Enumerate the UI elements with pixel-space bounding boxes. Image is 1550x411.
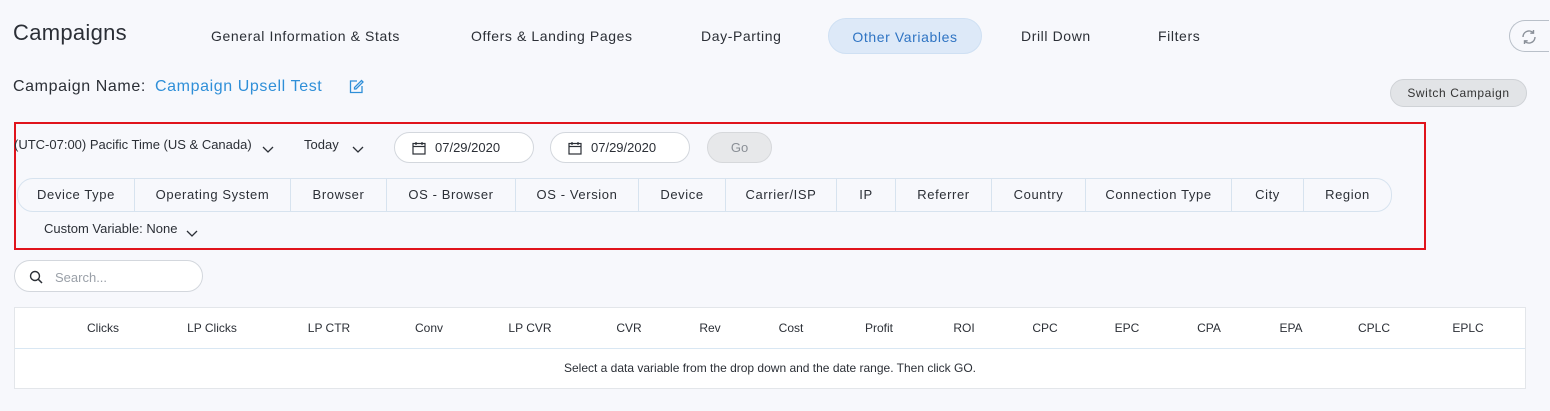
variable-tab-os-browser[interactable]: OS - Browser	[387, 179, 516, 211]
tab-filters[interactable]: Filters	[1138, 18, 1220, 54]
timezone-select[interactable]: (UTC-07:00) Pacific Time (US & Canada)	[14, 137, 252, 152]
start-date-value: 07/29/2020	[435, 140, 501, 155]
chevron-down-icon[interactable]	[186, 225, 198, 243]
column-header-cvr[interactable]: CVR	[607, 321, 651, 335]
variable-tab-os-version[interactable]: OS - Version	[516, 179, 639, 211]
column-header-epa[interactable]: EPA	[1270, 321, 1312, 335]
tab-offers-landing-pages[interactable]: Offers & Landing Pages	[451, 18, 653, 54]
tab-other-variables[interactable]: Other Variables	[828, 18, 982, 54]
column-header-conv[interactable]: Conv	[404, 321, 454, 335]
search-box[interactable]	[14, 260, 203, 292]
variable-tab-device-type[interactable]: Device Type	[18, 179, 135, 211]
chevron-down-icon[interactable]	[262, 141, 274, 159]
go-button[interactable]: Go	[707, 132, 772, 163]
stats-table: Clicks LP Clicks LP CTR Conv LP CVR CVR …	[14, 307, 1526, 389]
column-header-roi[interactable]: ROI	[943, 321, 985, 335]
page-title: Campaigns	[13, 20, 127, 45]
column-header-epc[interactable]: EPC	[1106, 321, 1148, 335]
variable-tab-browser[interactable]: Browser	[291, 179, 387, 211]
variable-tab-device[interactable]: Device	[639, 179, 726, 211]
variable-tab-referrer[interactable]: Referrer	[896, 179, 992, 211]
refresh-button[interactable]	[1509, 20, 1549, 52]
variable-tab-region[interactable]: Region	[1304, 179, 1391, 211]
end-date-value: 07/29/2020	[591, 140, 657, 155]
switch-campaign-button[interactable]: Switch Campaign	[1390, 79, 1527, 107]
column-header-lp-clicks[interactable]: LP Clicks	[178, 321, 246, 335]
column-header-profit[interactable]: Profit	[853, 321, 905, 335]
campaign-name-label: Campaign Name:	[13, 78, 146, 95]
variable-tab-connection-type[interactable]: Connection Type	[1086, 179, 1232, 211]
calendar-icon	[568, 142, 582, 155]
header-divider	[15, 348, 1525, 349]
tab-general-information[interactable]: General Information & Stats	[191, 18, 420, 54]
custom-variable-select[interactable]: Custom Variable: None	[44, 221, 177, 236]
variable-tabs: Device Type Operating System Browser OS …	[17, 178, 1392, 212]
column-header-cpa[interactable]: CPA	[1188, 321, 1230, 335]
search-input[interactable]	[53, 267, 197, 287]
edit-icon[interactable]	[348, 79, 364, 100]
variable-tab-ip[interactable]: IP	[837, 179, 896, 211]
end-date-field[interactable]: 07/29/2020	[550, 132, 690, 163]
variable-tab-country[interactable]: Country	[992, 179, 1086, 211]
variable-tab-operating-system[interactable]: Operating System	[135, 179, 291, 211]
calendar-icon	[412, 142, 426, 155]
column-header-cplc[interactable]: CPLC	[1349, 321, 1399, 335]
column-header-cpc[interactable]: CPC	[1024, 321, 1066, 335]
start-date-field[interactable]: 07/29/2020	[394, 132, 534, 163]
chevron-down-icon[interactable]	[352, 141, 364, 159]
tab-day-parting[interactable]: Day-Parting	[681, 18, 802, 54]
variable-tab-city[interactable]: City	[1232, 179, 1304, 211]
column-header-cost[interactable]: Cost	[769, 321, 813, 335]
search-icon	[29, 270, 43, 284]
period-select[interactable]: Today	[304, 137, 339, 152]
tab-drill-down[interactable]: Drill Down	[1001, 18, 1111, 54]
column-header-lp-ctr[interactable]: LP CTR	[299, 321, 359, 335]
column-header-clicks[interactable]: Clicks	[75, 321, 131, 335]
variable-tab-carrier-isp[interactable]: Carrier/ISP	[726, 179, 837, 211]
column-header-rev[interactable]: Rev	[689, 321, 731, 335]
column-header-eplc[interactable]: EPLC	[1443, 321, 1493, 335]
campaign-name-link[interactable]: Campaign Upsell Test	[155, 78, 322, 96]
column-header-lp-cvr[interactable]: LP CVR	[499, 321, 561, 335]
refresh-icon	[1522, 30, 1536, 44]
empty-table-message: Select a data variable from the drop dow…	[563, 361, 977, 375]
